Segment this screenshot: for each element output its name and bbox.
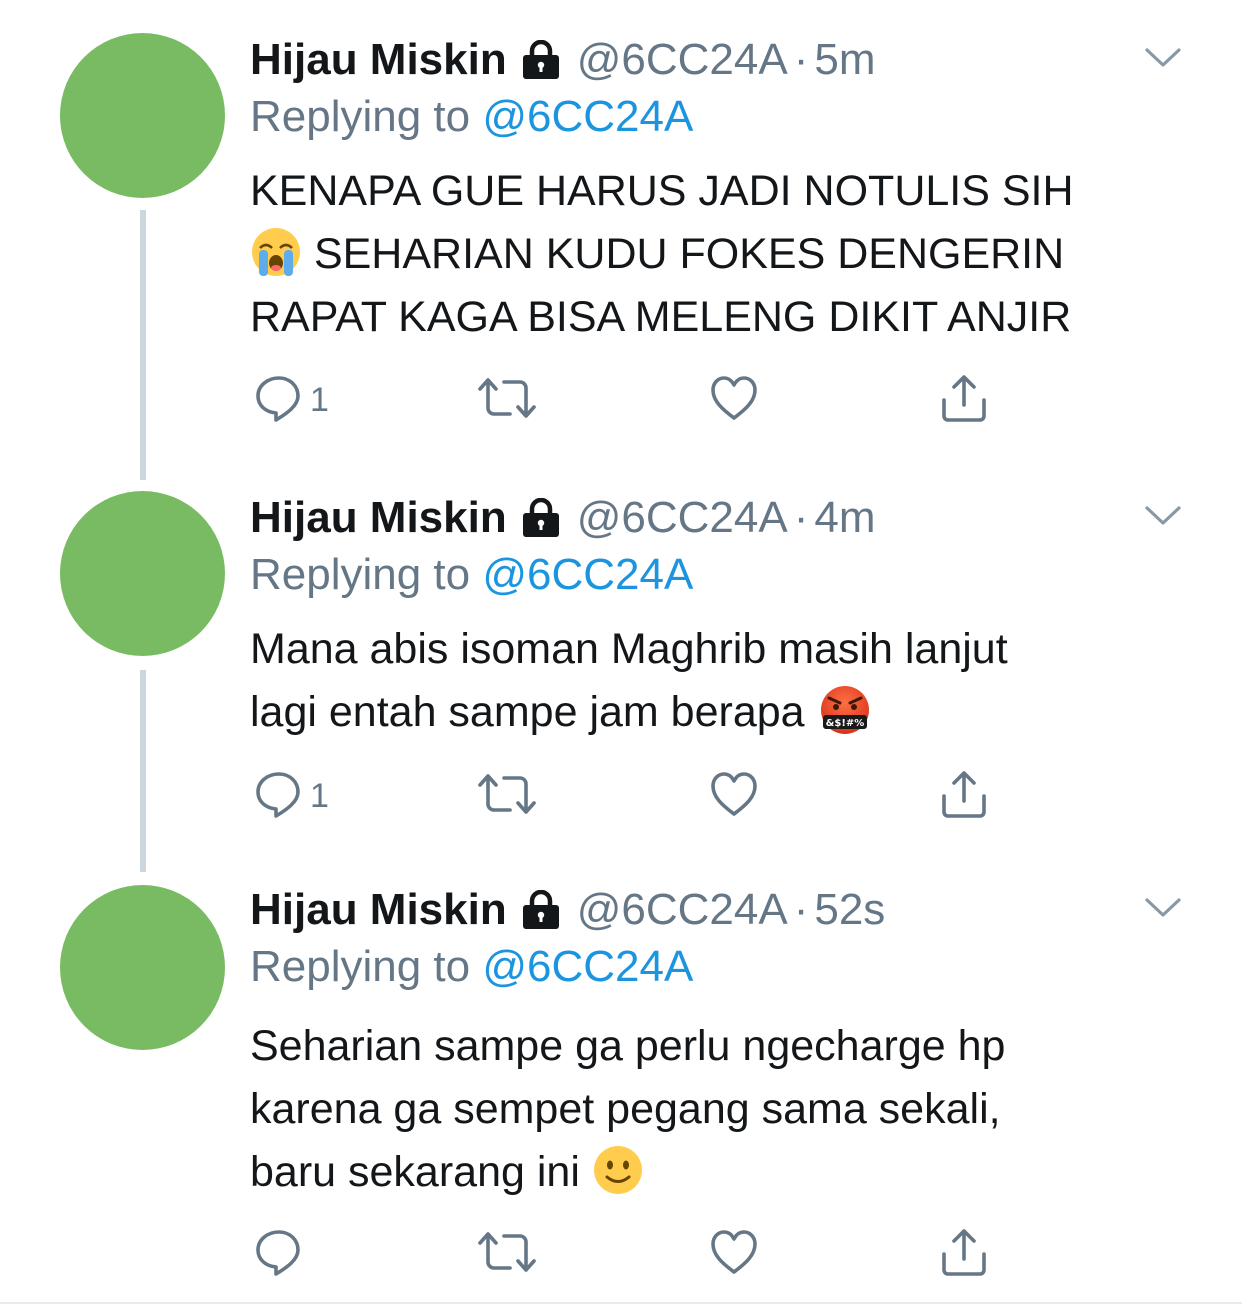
share-icon (938, 768, 990, 825)
tweet-text: KENAPA GUE HARUS JADI NOTULIS SIH SEHARI… (250, 160, 1170, 349)
separator-dot: · (793, 493, 809, 542)
share-button[interactable] (938, 1226, 990, 1282)
retweet-icon (478, 372, 536, 429)
tweet-text: Mana abis isoman Maghrib masih lanjut la… (250, 618, 1170, 744)
reply-icon (252, 372, 304, 429)
share-button[interactable] (938, 768, 990, 824)
tweet-text: Seharian sampe ga perlu ngecharge hp kar… (250, 1015, 1170, 1204)
loudly-crying-face-emoji (250, 226, 302, 278)
thread-line (140, 670, 146, 872)
action-bar: 1 (252, 768, 1012, 824)
divider (0, 1302, 1242, 1304)
action-bar (252, 1226, 1012, 1282)
tweet-text-line-with-emoji: SEHARIAN KUDU FOKES DENGERIN (250, 223, 1170, 286)
separator-dot: · (793, 885, 809, 934)
user-handle[interactable]: @6CC24A (577, 493, 788, 543)
separator-dot: · (793, 35, 809, 84)
face-with-symbols-on-mouth-emoji: &$!#% (817, 684, 869, 736)
chevron-down-icon[interactable] (1140, 496, 1186, 536)
tweet-text-line-with-emoji: lagi entah sampe jam berapa &$!#% (250, 681, 1170, 744)
tweet[interactable]: Hijau Miskin @6CC24A · 52s Replying to @… (0, 880, 1242, 1300)
reply-button[interactable]: 1 (252, 372, 329, 428)
slightly-smiling-face-emoji (592, 1144, 644, 1196)
share-icon (938, 1226, 990, 1283)
replying-to-handle-link[interactable]: @6CC24A (482, 942, 693, 991)
display-name[interactable]: Hijau Miskin (250, 493, 507, 543)
tweet-text-line: karena ga sempet pegang sama sekali, (250, 1085, 1001, 1133)
replying-to-label: Replying to (250, 942, 483, 991)
share-icon (938, 372, 990, 429)
replying-to-handle-link[interactable]: @6CC24A (482, 550, 693, 599)
reply-count: 1 (310, 380, 329, 419)
replying-to-handle-link[interactable]: @6CC24A (482, 92, 693, 141)
replying-to-label: Replying to (250, 550, 483, 599)
reply-count: 1 (310, 776, 329, 815)
replying-to: Replying to @6CC24A (250, 942, 693, 992)
retweet-button[interactable] (478, 372, 536, 428)
tweet-header: Hijau Miskin @6CC24A · 5m (250, 30, 875, 90)
heart-icon (708, 768, 760, 825)
lock-icon (519, 498, 563, 538)
chevron-down-icon[interactable] (1140, 888, 1186, 928)
share-button[interactable] (938, 372, 990, 428)
tweet-text-segment: lagi entah sampe jam berapa (250, 688, 817, 736)
like-button[interactable] (708, 768, 760, 824)
lock-icon (519, 40, 563, 80)
tweet-text-segment: SEHARIAN KUDU FOKES DENGERIN (302, 230, 1065, 278)
timestamp[interactable]: 4m (814, 493, 875, 543)
svg-text:&$!#%: &$!#% (825, 718, 864, 729)
display-name[interactable]: Hijau Miskin (250, 35, 507, 85)
reply-button[interactable]: 1 (252, 768, 329, 824)
tweet-text-line: Mana abis isoman Maghrib masih lanjut (250, 625, 1008, 673)
reply-icon (252, 768, 304, 825)
like-button[interactable] (708, 372, 760, 428)
avatar[interactable] (60, 885, 225, 1050)
retweet-button[interactable] (478, 1226, 536, 1282)
tweet[interactable]: Hijau Miskin @6CC24A · 4m Replying to @6… (0, 488, 1242, 872)
heart-icon (708, 372, 760, 429)
replying-to-label: Replying to (250, 92, 483, 141)
tweet[interactable]: Hijau Miskin @6CC24A · 5m Replying to @6… (0, 30, 1242, 480)
retweet-icon (478, 1226, 536, 1283)
tweet-text-segment: baru sekarang ini (250, 1148, 592, 1196)
tweet-header: Hijau Miskin @6CC24A · 4m (250, 488, 875, 548)
avatar[interactable] (60, 33, 225, 198)
tweet-text-line-with-emoji: baru sekarang ini (250, 1141, 1170, 1204)
lock-icon (519, 890, 563, 930)
chevron-down-icon[interactable] (1140, 38, 1186, 78)
action-bar: 1 (252, 372, 1012, 428)
like-button[interactable] (708, 1226, 760, 1282)
user-handle[interactable]: @6CC24A (577, 35, 788, 85)
retweet-button[interactable] (478, 768, 536, 824)
retweet-icon (478, 768, 536, 825)
avatar[interactable] (60, 491, 225, 656)
replying-to: Replying to @6CC24A (250, 92, 693, 142)
timestamp[interactable]: 52s (814, 885, 885, 935)
replying-to: Replying to @6CC24A (250, 550, 693, 600)
thread-line (140, 210, 146, 480)
heart-icon (708, 1226, 760, 1283)
tweet-text-line: KENAPA GUE HARUS JADI NOTULIS SIH (250, 167, 1074, 215)
tweet-header: Hijau Miskin @6CC24A · 52s (250, 880, 885, 940)
tweet-text-line: Seharian sampe ga perlu ngecharge hp (250, 1022, 1006, 1070)
display-name[interactable]: Hijau Miskin (250, 885, 507, 935)
user-handle[interactable]: @6CC24A (577, 885, 788, 935)
reply-icon (252, 1226, 304, 1283)
reply-button[interactable] (252, 1226, 310, 1282)
tweet-text-line: RAPAT KAGA BISA MELENG DIKIT ANJIR (250, 293, 1072, 341)
timestamp[interactable]: 5m (814, 35, 875, 85)
